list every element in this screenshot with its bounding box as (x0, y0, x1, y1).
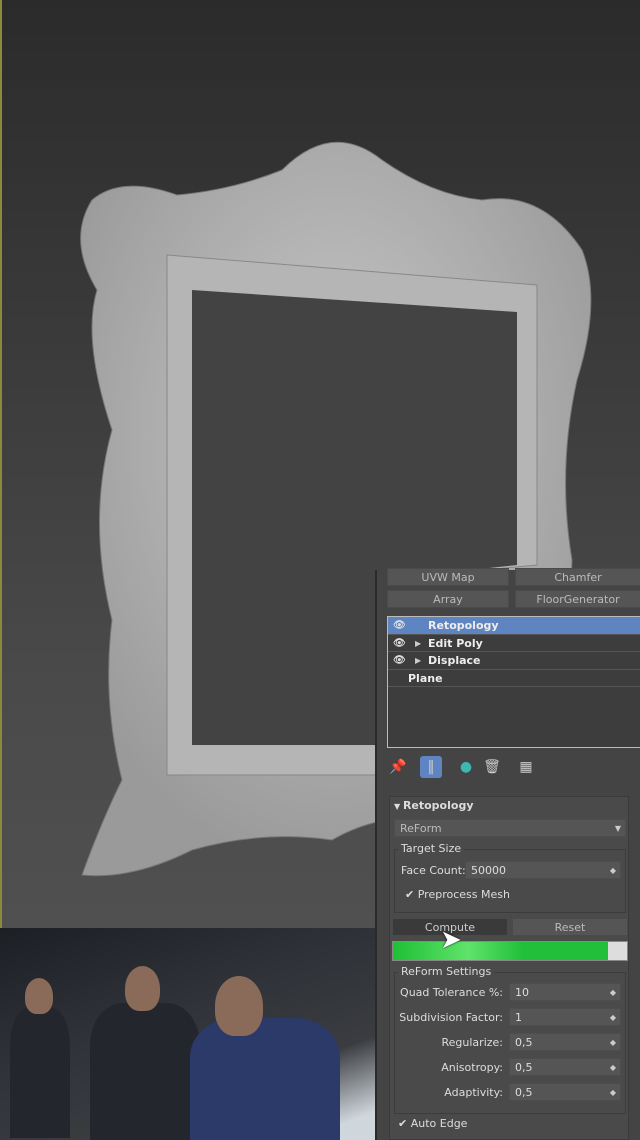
face-count-spinner[interactable]: 50000 ◆ (465, 861, 621, 879)
chevron-down-icon: ▼ (614, 824, 621, 833)
floorgenerator-button[interactable]: FloorGenerator (515, 590, 640, 608)
make-unique-icon[interactable]: ● (455, 756, 477, 778)
retopology-rollout: ▼ Retopology ReForm ▼ Target Size Face Co… (389, 796, 629, 1140)
progress-bar (392, 941, 628, 961)
pin-stack-icon[interactable]: 📌 (387, 756, 409, 778)
mouse-cursor-icon: ➤ (440, 925, 462, 955)
setting-label: Regularize: (441, 1036, 504, 1049)
stack-item-edit-poly[interactable]: 👁 ▶ Edit Poly (388, 635, 640, 652)
stack-item-plane[interactable]: Plane (388, 670, 640, 687)
show-end-result-icon[interactable]: ‖ (420, 756, 442, 778)
rollout-header[interactable]: ▼ Retopology (394, 799, 474, 812)
setting-label: Subdivision Factor: (399, 1011, 503, 1024)
setting-label: Adaptivity: (444, 1086, 503, 1099)
eye-icon[interactable]: 👁 (393, 617, 406, 634)
setting-spinner[interactable]: 0,5 ◆ (509, 1083, 621, 1101)
command-panel: UVW Map Chamfer Array FloorGenerator 👁 Re… (375, 568, 640, 1140)
reform-settings-group: ReForm Settings Quad Tolerance %: 10 ◆ Subd… (394, 965, 626, 1114)
stack-item-displace[interactable]: 👁 ▶ Displace (388, 652, 640, 670)
reset-button[interactable]: Reset (512, 918, 628, 936)
trash-icon[interactable]: 🗑 (481, 756, 503, 778)
auto-edge-checkbox[interactable]: ✔ Auto Edge (398, 1117, 467, 1130)
configure-sets-icon[interactable]: ▦ (515, 756, 537, 778)
eye-icon[interactable]: 👁 (393, 635, 406, 652)
expand-icon[interactable]: ▶ (415, 635, 421, 652)
preprocess-mesh-checkbox[interactable]: ✔ Preprocess Mesh (405, 888, 510, 901)
setting-label: Anisotropy: (441, 1061, 503, 1074)
setting-label: Quad Tolerance %: (400, 986, 503, 999)
setting-spinner[interactable]: 10 ◆ (509, 983, 621, 1001)
array-button[interactable]: Array (387, 590, 509, 608)
chamfer-button[interactable]: Chamfer (515, 568, 640, 586)
eye-icon[interactable]: 👁 (393, 652, 406, 669)
setting-spinner[interactable]: 0,5 ◆ (509, 1058, 621, 1076)
webcam-video-overlay (0, 928, 375, 1140)
stack-item-retopology[interactable]: 👁 Retopology (388, 617, 640, 635)
setting-spinner[interactable]: 0,5 ◆ (509, 1033, 621, 1051)
progress-fill (393, 942, 609, 960)
expand-icon[interactable]: ▶ (415, 652, 421, 669)
target-size-group: Target Size Face Count: 50000 ◆ ✔ Preproc… (394, 842, 626, 913)
setting-spinner[interactable]: 1 ◆ (509, 1008, 621, 1026)
modifier-stack[interactable]: 👁 Retopology 👁 ▶ Edit Poly 👁 ▶ Displace Plane (387, 616, 640, 748)
method-dropdown[interactable]: ReForm ▼ (394, 819, 626, 837)
uvw-map-button[interactable]: UVW Map (387, 568, 509, 586)
